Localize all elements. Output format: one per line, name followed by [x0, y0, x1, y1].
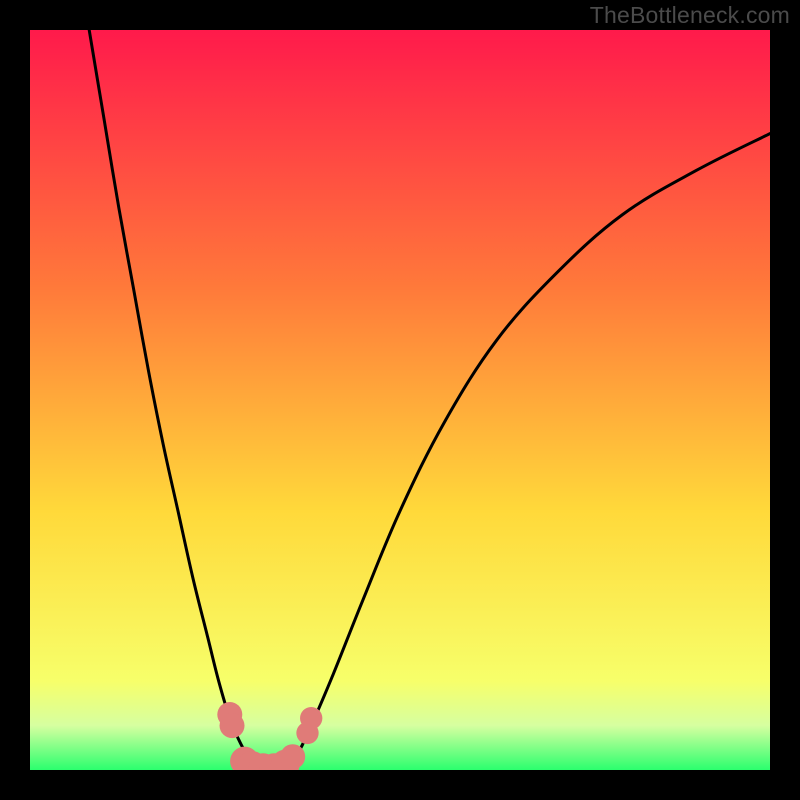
frame: TheBottleneck.com	[0, 0, 800, 800]
chart-svg	[30, 30, 770, 770]
data-marker	[220, 713, 245, 738]
watermark-text: TheBottleneck.com	[590, 2, 790, 29]
data-marker	[280, 744, 305, 769]
chart-background	[30, 30, 770, 770]
chart-plot	[30, 30, 770, 770]
data-marker	[300, 707, 322, 729]
